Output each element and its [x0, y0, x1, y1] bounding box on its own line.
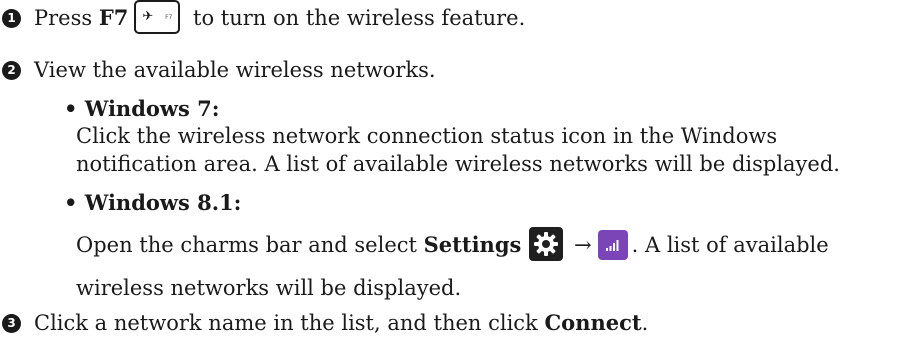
step-number-1: 1 — [2, 9, 21, 28]
step-1-prefix: Press — [34, 6, 99, 30]
step-1-key-label: F7 — [98, 5, 129, 30]
settings-label: Settings — [423, 232, 522, 257]
connect-label: Connect — [544, 310, 642, 335]
windows-81-heading: • Windows 8.1: — [64, 190, 242, 215]
windows-81-line-2: wireless networks will be displayed. — [76, 276, 462, 300]
windows-7-line-1: Click the wireless network connection st… — [76, 124, 778, 148]
windows-7-line-2: notification area. A list of available w… — [76, 152, 840, 176]
windows-81-suffix: . A list of available — [631, 233, 829, 257]
step-number-3: 3 — [2, 314, 21, 333]
gear-icon — [529, 226, 564, 261]
step-1-suffix: to turn on the wireless feature. — [186, 6, 526, 30]
windows-81-prefix: Open the charms bar and select — [76, 233, 424, 257]
step-3-prefix: Click a network name in the list, and th… — [34, 311, 545, 335]
windows-7-heading: • Windows 7: — [64, 96, 220, 121]
windows-7-heading-text: Windows 7: — [84, 96, 220, 121]
signal-bars-icon — [597, 229, 628, 260]
step-3-suffix: . — [641, 311, 649, 335]
step-2-text: View the available wireless networks. — [34, 58, 436, 82]
key-fn-label: F7 — [165, 13, 173, 21]
airplane-icon: ✈ — [142, 8, 154, 24]
step-number-2: 2 — [2, 61, 21, 80]
windows-81-heading-text: Windows 8.1: — [84, 190, 242, 215]
arrow-icon: → — [574, 233, 592, 257]
windows-81-line-1: Open the charms bar and select Settings … — [76, 226, 829, 261]
f7-key-icon: ✈ F7 — [134, 0, 181, 34]
